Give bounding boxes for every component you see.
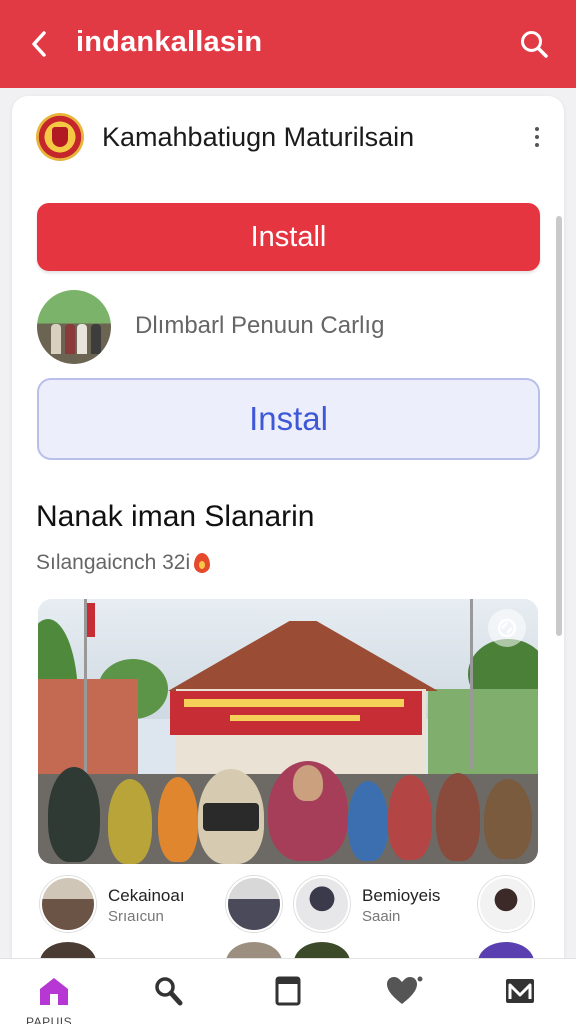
group-name[interactable]: Cekainoaı bbox=[108, 886, 185, 906]
more-vertical-icon bbox=[535, 127, 539, 131]
search-nav-icon bbox=[155, 977, 183, 1006]
scan-icon bbox=[497, 618, 517, 638]
more-vertical-icon-dot bbox=[535, 143, 539, 147]
group-name[interactable]: Bemioyeis bbox=[362, 886, 440, 906]
nav-favorites[interactable] bbox=[384, 973, 424, 1009]
app-header: Kamahbatiugn Maturilsain bbox=[12, 96, 564, 182]
mail-icon bbox=[506, 979, 534, 1003]
nav-home-label: PAPUIS bbox=[26, 1015, 73, 1024]
app-detail-card: Kamahbatiugn Maturilsain Install Dlımbar… bbox=[12, 96, 564, 996]
nav-search[interactable] bbox=[148, 973, 188, 1009]
back-button[interactable] bbox=[22, 26, 58, 62]
app-logo bbox=[36, 113, 84, 161]
nav-messages[interactable] bbox=[500, 973, 540, 1009]
group-list: Cekainoaı Srıaıcun Bemioyeis Saain bbox=[38, 876, 538, 936]
bottom-navigation: PAPUIS bbox=[0, 958, 576, 1024]
top-app-bar: indankallasin bbox=[0, 0, 576, 88]
home-icon bbox=[40, 978, 68, 1005]
install-secondary-button[interactable]: Instal bbox=[37, 378, 540, 460]
back-arrow-icon bbox=[32, 31, 46, 57]
page-title: indankallasin bbox=[76, 26, 263, 58]
nav-home[interactable] bbox=[34, 973, 74, 1009]
group-avatar[interactable] bbox=[478, 876, 534, 932]
search-button[interactable] bbox=[514, 24, 554, 64]
group-avatar[interactable] bbox=[226, 876, 282, 932]
section-subtitle: Sılangaicnch 32i bbox=[36, 551, 211, 575]
group-subtitle: Srıaıcun bbox=[108, 908, 164, 925]
more-vertical-icon-dot bbox=[535, 135, 539, 139]
group-avatar[interactable] bbox=[294, 876, 350, 932]
featured-photo[interactable] bbox=[38, 599, 538, 864]
install-button[interactable]: Install bbox=[37, 203, 540, 271]
group-subtitle: Saain bbox=[362, 908, 401, 925]
community-row[interactable]: Dlımbarl Penuun Carlıg bbox=[37, 290, 540, 364]
search-icon bbox=[521, 31, 548, 58]
section-subtitle-text: Sılangaicnch 32i bbox=[36, 551, 191, 574]
more-options-button[interactable] bbox=[530, 124, 544, 150]
community-label: Dlımbarl Penuun Carlıg bbox=[135, 312, 385, 339]
scan-button[interactable] bbox=[488, 609, 526, 647]
group-avatar[interactable] bbox=[40, 876, 96, 932]
community-avatar bbox=[37, 290, 111, 364]
app-name: Kamahbatiugn Maturilsain bbox=[102, 122, 415, 152]
section-title: Nanak iman Slanarin bbox=[36, 500, 315, 533]
fire-icon bbox=[194, 553, 211, 573]
scrollbar[interactable] bbox=[556, 216, 562, 636]
nav-saved[interactable] bbox=[268, 973, 308, 1009]
bookmark-icon bbox=[275, 976, 301, 1006]
heart-icon bbox=[387, 976, 423, 1004]
